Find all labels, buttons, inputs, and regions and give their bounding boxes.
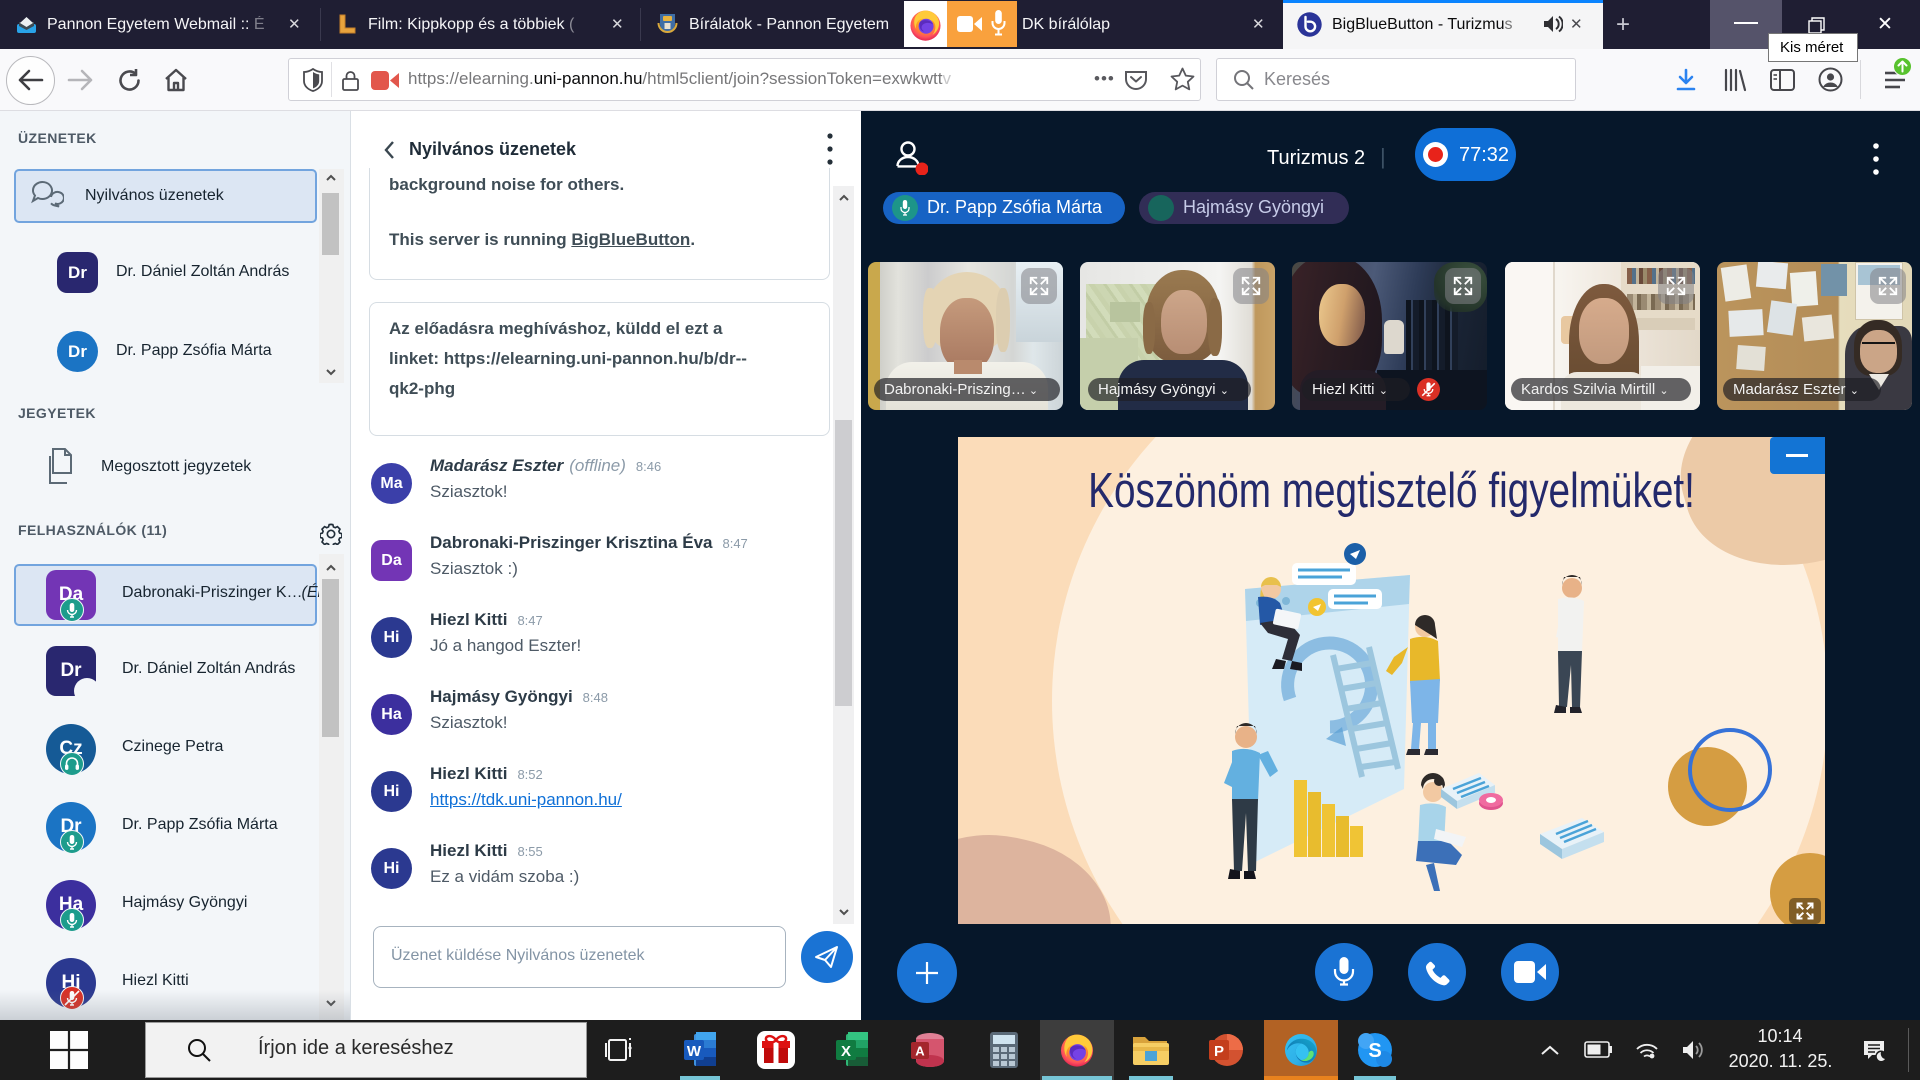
svg-text:S: S (1368, 1040, 1381, 1062)
svg-text:X: X (841, 1043, 851, 1060)
svg-text:W: W (687, 1043, 702, 1060)
svg-text:A: A (915, 1044, 925, 1059)
svg-text:P: P (1214, 1043, 1224, 1060)
